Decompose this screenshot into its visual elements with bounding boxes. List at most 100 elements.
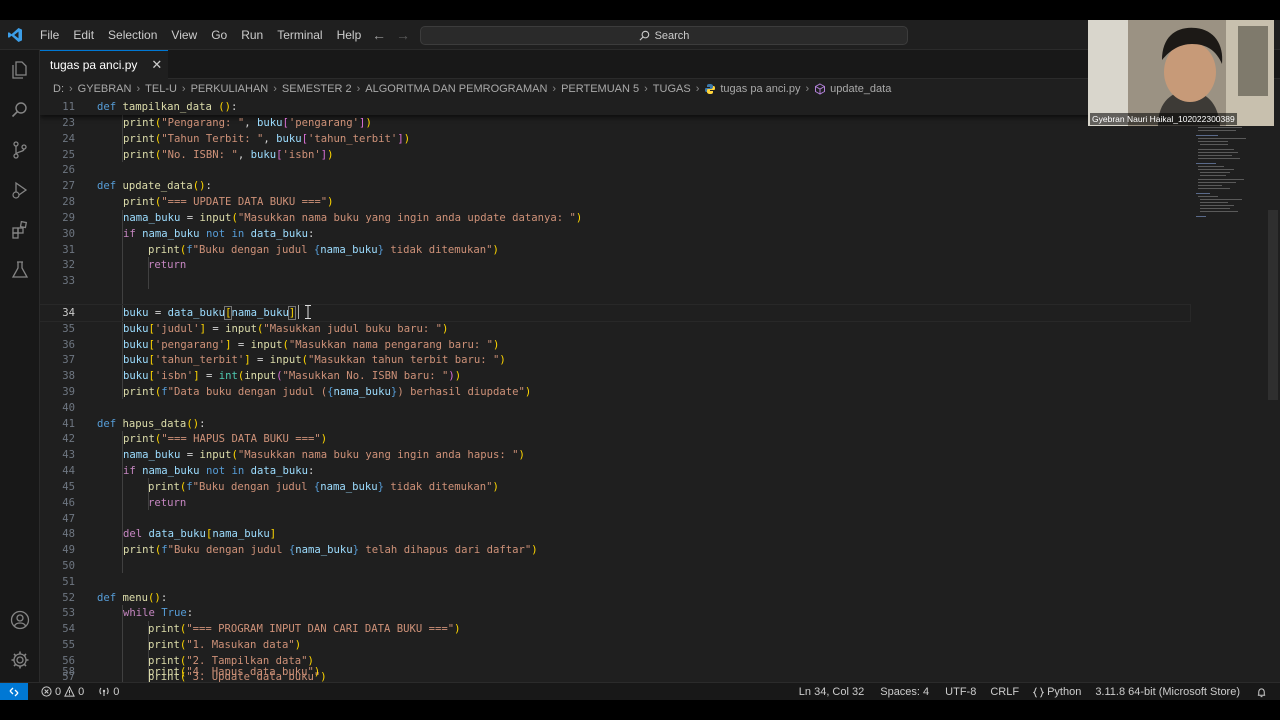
crumb-file[interactable]: tugas pa anci.py bbox=[704, 83, 801, 95]
vertical-scrollbar[interactable] bbox=[1268, 210, 1278, 400]
menu-view[interactable]: View bbox=[164, 20, 204, 50]
code-line[interactable]: 44 if nama_buku not in data_buku: bbox=[40, 463, 1190, 479]
close-tab-icon[interactable]: ✕ bbox=[151, 57, 162, 73]
code-editor[interactable]: 11 def tampilkan_data (): 23 print("Penga… bbox=[40, 99, 1270, 682]
code-line[interactable]: 26 bbox=[40, 162, 1190, 178]
notifications-bell-icon[interactable] bbox=[1251, 687, 1272, 698]
search-icon bbox=[639, 30, 649, 41]
code-text: buku['judul'] = input("Masukkan judul bu… bbox=[123, 322, 449, 335]
crumb-folder[interactable]: GYEBRAN bbox=[78, 83, 132, 95]
testing-flask-icon[interactable] bbox=[8, 258, 32, 282]
code-line[interactable]: 52 def menu(): bbox=[40, 590, 1190, 606]
code-line-partial[interactable]: 58 print("4. Hapus data buku") bbox=[40, 665, 1190, 682]
line-number: 27 bbox=[62, 179, 75, 192]
menu-help[interactable]: Help bbox=[330, 20, 369, 50]
code-line[interactable]: 30 if nama_buku not in data_buku: bbox=[40, 226, 1190, 242]
tab-tugas-pa-anci[interactable]: tugas pa anci.py ✕ bbox=[40, 50, 168, 79]
menu-terminal[interactable]: Terminal bbox=[270, 20, 329, 50]
explorer-icon[interactable] bbox=[8, 58, 32, 82]
code-line[interactable]: 46 return bbox=[40, 495, 1190, 511]
ports-indicator[interactable]: 0 bbox=[93, 686, 124, 698]
code-line[interactable]: 39 print(f"Data buku dengan judul ({nama_… bbox=[40, 384, 1190, 400]
code-text: nama_buku = input("Masukkan nama buku ya… bbox=[123, 211, 583, 224]
line-number: 50 bbox=[62, 559, 75, 572]
code-line[interactable]: 40 bbox=[40, 400, 1190, 416]
menu-go[interactable]: Go bbox=[204, 20, 234, 50]
source-control-icon[interactable] bbox=[8, 138, 32, 162]
code-line[interactable]: 38 buku['isbn'] = int(input("Masukkan No.… bbox=[40, 368, 1190, 384]
line-endings[interactable]: CRLF bbox=[985, 686, 1024, 698]
crumb-folder[interactable]: TEL-U bbox=[145, 83, 177, 95]
command-center-search[interactable]: Search bbox=[420, 26, 908, 45]
code-line[interactable]: 42 print("=== HAPUS DATA BUKU ===") bbox=[40, 431, 1190, 447]
code-line[interactable]: 45 print(f"Buku dengan judul {nama_buku} … bbox=[40, 479, 1190, 495]
code-line[interactable]: 25 print("No. ISBN: ", buku['isbn']) bbox=[40, 147, 1190, 163]
line-number: 28 bbox=[62, 195, 75, 208]
braces-icon bbox=[1033, 686, 1045, 698]
code-text: print(f"Buku dengan judul {nama_buku} ti… bbox=[148, 243, 499, 256]
code-line[interactable]: 54 print("=== PROGRAM INPUT DAN CARI DATA… bbox=[40, 621, 1190, 637]
crumb-drive[interactable]: D: bbox=[53, 83, 64, 95]
extensions-icon[interactable] bbox=[8, 218, 32, 242]
code-line[interactable]: 36 buku['pengarang'] = input("Masukkan na… bbox=[40, 337, 1190, 353]
cursor-position[interactable]: Ln 34, Col 32 bbox=[794, 686, 869, 698]
chevron-right-icon: › bbox=[356, 83, 361, 95]
line-number: 38 bbox=[62, 369, 75, 382]
crumb-file-label: tugas pa anci.py bbox=[720, 83, 801, 95]
crumb-folder[interactable]: SEMESTER 2 bbox=[282, 83, 352, 95]
crumb-folder[interactable]: ALGORITMA DAN PEMROGRAMAN bbox=[365, 83, 547, 95]
code-line-active[interactable]: 34 buku = data_buku[nama_buku] bbox=[40, 304, 1191, 322]
code-line[interactable]: 27 def update_data(): bbox=[40, 178, 1190, 194]
code-text: def hapus_data(): bbox=[97, 417, 206, 430]
problems-indicator[interactable]: 0 0 bbox=[36, 686, 89, 698]
code-line[interactable]: 47 bbox=[40, 511, 1190, 527]
crumb-folder[interactable]: PERTEMUAN 5 bbox=[561, 83, 639, 95]
menu-selection[interactable]: Selection bbox=[101, 20, 164, 50]
menu-file[interactable]: File bbox=[33, 20, 66, 50]
code-line[interactable]: 23 print("Pengarang: ", buku['pengarang']… bbox=[40, 115, 1190, 131]
code-line[interactable]: 49 print(f"Buku dengan judul {nama_buku} … bbox=[40, 542, 1190, 558]
code-line[interactable]: 51 bbox=[40, 574, 1190, 590]
code-line[interactable]: 43 nama_buku = input("Masukkan nama buku … bbox=[40, 447, 1190, 463]
encoding[interactable]: UTF-8 bbox=[940, 686, 981, 698]
code-line[interactable]: 48 del data_buku[nama_buku] bbox=[40, 526, 1190, 542]
warning-icon bbox=[64, 686, 76, 697]
menu-edit[interactable]: Edit bbox=[66, 20, 101, 50]
code-line[interactable]: 50 bbox=[40, 558, 1190, 574]
crumb-symbol[interactable]: update_data bbox=[814, 83, 891, 95]
menu-run[interactable]: Run bbox=[234, 20, 270, 50]
code-line[interactable]: 37 buku['tahun_terbit'] = input("Masukkan… bbox=[40, 352, 1190, 368]
code-line[interactable]: 28 print("=== UPDATE DATA BUKU ===") bbox=[40, 194, 1190, 210]
code-line[interactable]: 55 print("1. Masukan data") bbox=[40, 637, 1190, 653]
search-sidebar-icon[interactable] bbox=[8, 98, 32, 122]
code-line[interactable]: 41 def hapus_data(): bbox=[40, 416, 1190, 432]
code-line[interactable]: 32 return bbox=[40, 257, 1190, 273]
code-line[interactable]: 53 while True: bbox=[40, 605, 1190, 621]
crumb-folder[interactable]: PERKULIAHAN bbox=[191, 83, 269, 95]
chevron-right-icon: › bbox=[695, 83, 700, 95]
line-number: 43 bbox=[62, 448, 75, 461]
line-number: 23 bbox=[62, 116, 75, 129]
minimap-line bbox=[1196, 193, 1210, 194]
code-line[interactable]: 24 print("Tahun Terbit: ", buku['tahun_te… bbox=[40, 131, 1190, 147]
code-line[interactable]: 31 print(f"Buku dengan judul {nama_buku} … bbox=[40, 242, 1190, 258]
crumb-folder[interactable]: TUGAS bbox=[653, 83, 691, 95]
minimap[interactable] bbox=[1190, 99, 1260, 682]
indentation[interactable]: Spaces: 4 bbox=[875, 686, 934, 698]
settings-gear-icon[interactable] bbox=[8, 648, 32, 672]
language-mode[interactable]: Python bbox=[1028, 686, 1086, 698]
forward-arrow-icon[interactable]: → bbox=[396, 27, 410, 43]
python-interpreter[interactable]: 3.11.8 64-bit (Microsoft Store) bbox=[1090, 686, 1245, 698]
code-line[interactable]: 35 buku['judul'] = input("Masukkan judul … bbox=[40, 321, 1190, 337]
back-arrow-icon[interactable]: ← bbox=[372, 27, 386, 43]
method-cube-icon bbox=[815, 83, 826, 95]
code-text: if nama_buku not in data_buku: bbox=[123, 464, 315, 477]
line-number: 35 bbox=[62, 322, 75, 335]
code-text: buku['pengarang'] = input("Masukkan nama… bbox=[123, 338, 500, 351]
remote-indicator[interactable] bbox=[0, 682, 28, 700]
code-line[interactable]: 33 bbox=[40, 273, 1190, 289]
account-icon[interactable] bbox=[8, 608, 32, 632]
sticky-scroll-line[interactable]: 11 def tampilkan_data (): bbox=[40, 99, 1190, 115]
code-line[interactable]: 29 nama_buku = input("Masukkan nama buku … bbox=[40, 210, 1190, 226]
run-debug-icon[interactable] bbox=[8, 178, 32, 202]
